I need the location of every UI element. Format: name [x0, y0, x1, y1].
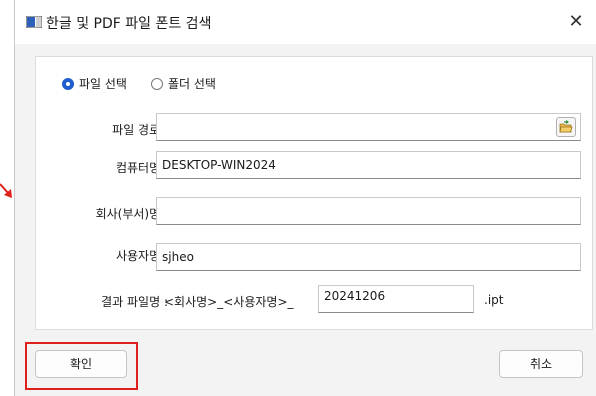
cancel-button[interactable]: 취소: [499, 350, 583, 378]
computer-name-input[interactable]: DESKTOP-WIN2024: [156, 151, 581, 179]
user-name-input[interactable]: sjheo: [156, 243, 581, 271]
result-file-extension: .ipt: [484, 293, 504, 307]
app-window-icon: [26, 16, 42, 28]
result-file-prefix: <회사명>_<사용자명>_: [164, 295, 294, 309]
browse-button[interactable]: [556, 117, 576, 137]
result-file-input[interactable]: 20241206: [318, 285, 474, 313]
company-name-input[interactable]: [156, 197, 581, 225]
title-bar[interactable]: 한글 및 PDF 파일 폰트 검색 ✕: [15, 0, 596, 44]
annotation-highlight-box: [25, 342, 138, 390]
window-title: 한글 및 PDF 파일 폰트 검색: [46, 16, 212, 32]
radio-file-select[interactable]: 파일 선택: [62, 75, 127, 92]
folder-open-icon: [559, 120, 573, 133]
settings-panel: 파일 선택 폴더 선택 파일 경로 : 컴퓨터명 : DESKTOP-WIN20…: [35, 56, 593, 330]
file-path-input[interactable]: [156, 113, 581, 141]
mode-radio-group: 파일 선택 폴더 선택: [62, 75, 240, 92]
radio-checked-icon: [62, 77, 74, 90]
radio-folder-select[interactable]: 폴더 선택: [150, 75, 216, 92]
dialog-window: 한글 및 PDF 파일 폰트 검색 ✕ 파일 선택 폴더 선택 파일 경로 :: [14, 0, 596, 396]
radio-unchecked-icon: [150, 77, 163, 90]
radio-label: 폴더 선택: [167, 77, 216, 91]
annotation-arrow-icon: [0, 183, 12, 198]
result-file-label: 결과 파일명 :: [101, 295, 168, 309]
radio-label: 파일 선택: [79, 77, 127, 91]
close-icon: ✕: [568, 11, 584, 32]
close-button[interactable]: ✕: [563, 10, 589, 34]
